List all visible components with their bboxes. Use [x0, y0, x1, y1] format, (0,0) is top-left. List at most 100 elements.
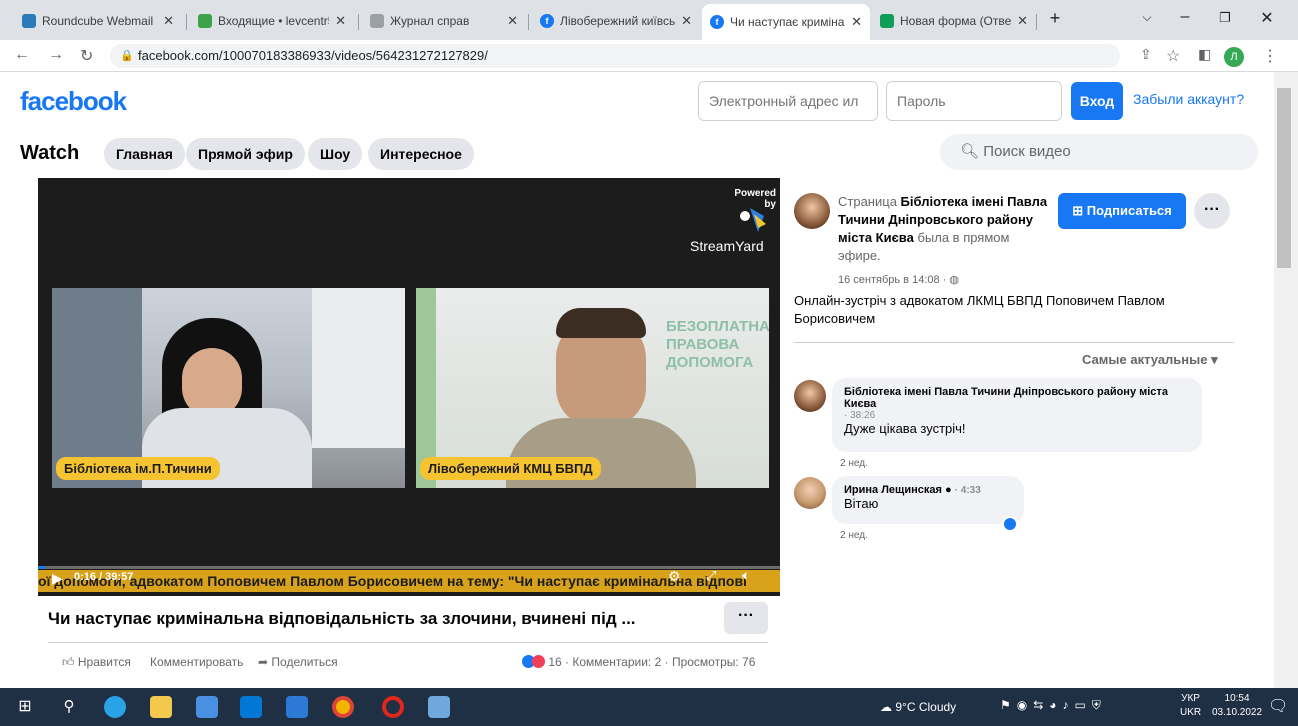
facebook-logo[interactable]: facebook	[20, 86, 127, 117]
weather-widget[interactable]: ☁ 9°C Cloudy	[880, 700, 956, 714]
pill-home[interactable]: Главная	[104, 138, 185, 170]
tab-separator	[358, 14, 359, 30]
commenter-name[interactable]: Ирина Лещинская ● · 4:33	[844, 484, 1012, 496]
info-icon: ●	[944, 484, 952, 496]
close-window-icon[interactable]: ✕	[1252, 8, 1282, 28]
close-icon[interactable]: ✕	[681, 13, 692, 29]
tab-active-video[interactable]: f Чи наступає криміна ✕	[702, 4, 870, 40]
tab-inbox[interactable]: Входящие • levcentr5 ✕	[190, 6, 354, 36]
comment-age[interactable]: 2 нед.	[840, 530, 868, 541]
streamyard-logo-icon	[740, 208, 766, 232]
commenter-name[interactable]: Бібліотека імені Павла Тичини Дніпровськ…	[844, 386, 1190, 410]
pill-shows[interactable]: Шоу	[308, 138, 363, 170]
close-icon[interactable]: ✕	[335, 13, 346, 29]
notifications-icon[interactable]: 🗨︎	[1268, 696, 1288, 716]
tab-title: Новая форма (Ответ	[900, 14, 1012, 28]
close-icon[interactable]: ✕	[163, 13, 174, 29]
forward-arrow-icon[interactable]: →	[48, 46, 64, 64]
opera-icon[interactable]	[382, 696, 404, 718]
fullscreen-icon[interactable]: ⤢	[706, 568, 716, 584]
watch-nav: Watch Главная Прямой эфир Шоу Интересное…	[0, 130, 1274, 178]
comment-text: Дуже цікава зустріч!	[844, 421, 966, 436]
password-field[interactable]	[886, 81, 1062, 121]
url-text: facebook.com/100070183386933/videos/5642…	[138, 48, 488, 63]
close-icon[interactable]: ✕	[507, 13, 518, 29]
login-button[interactable]: Вход	[1071, 82, 1123, 120]
video-more-button[interactable]: ···	[724, 602, 768, 634]
page-more-button[interactable]: ···	[1194, 193, 1230, 229]
email-field[interactable]	[698, 81, 878, 121]
search-icon[interactable]: ⚲	[58, 696, 80, 718]
tab-form[interactable]: Новая форма (Ответ ✕	[872, 6, 1036, 36]
camera-feed-kmc: БЕЗОПЛАТНА ПРАВОВА ДОПОМОГА Лівобережний…	[416, 288, 769, 488]
mail-icon[interactable]	[240, 696, 262, 718]
camera-feed-library: Бібліотека ім.П.Тичини	[52, 288, 405, 488]
language-indicator[interactable]: УКР UKR	[1180, 692, 1201, 720]
scrollbar-thumb[interactable]	[1277, 88, 1291, 268]
chrome-icon[interactable]	[332, 696, 354, 718]
tab-separator	[186, 14, 187, 30]
post-stats[interactable]: 16 · Комментарии: 2 · Просмотры: 76	[522, 655, 755, 669]
system-clock[interactable]: 10:54 03.10.2022	[1212, 692, 1262, 720]
clock-time: 10:54	[1224, 693, 1250, 704]
mail-favicon-icon	[198, 14, 212, 28]
like-button[interactable]: 👍︎ Нравится	[62, 655, 131, 670]
minimize-icon[interactable]: –	[1170, 8, 1200, 26]
weather-text: 9°C Cloudy	[895, 700, 957, 714]
new-tab-button[interactable]: +	[1040, 8, 1070, 29]
share-icon[interactable]: ⇪	[1140, 46, 1152, 63]
notepad-icon[interactable]	[428, 696, 450, 718]
back-arrow-icon[interactable]: ←	[14, 46, 30, 64]
media-icon[interactable]	[286, 696, 308, 718]
comment-sort-dropdown[interactable]: Самые актуальные ▾	[1082, 352, 1218, 368]
share-button[interactable]: ➦ Поделиться	[258, 655, 338, 669]
subscribe-button[interactable]: ⊞ Подписаться	[1058, 193, 1186, 229]
clock-date: 03.10.2022	[1212, 707, 1263, 718]
tab-title: Входящие • levcentr5	[218, 14, 330, 28]
page-avatar[interactable]	[794, 193, 830, 229]
pill-explore[interactable]: Интересное	[368, 138, 474, 170]
close-icon[interactable]: ✕	[851, 14, 862, 30]
like-reaction-icon[interactable]	[1002, 516, 1018, 532]
windows-start-icon[interactable]: ⊞	[14, 696, 36, 718]
file-explorer-icon[interactable]	[150, 696, 172, 718]
lock-icon: 🔒	[120, 50, 134, 62]
comment-timestamp[interactable]: · 38:26	[844, 410, 1190, 421]
tab-title: Чи наступає криміна	[730, 15, 845, 29]
comment-button[interactable]: Комментировать	[150, 655, 243, 669]
tab-livoberezhnyi[interactable]: f Лівобережний київсь ✕	[532, 6, 700, 36]
restore-icon[interactable]: ❐	[1210, 10, 1240, 26]
commenter-avatar[interactable]	[794, 380, 826, 412]
tab-journal[interactable]: Журнал справ ✕	[362, 6, 526, 36]
volume-icon[interactable]: 🔈︎	[742, 567, 750, 584]
forgot-account-link[interactable]: Забыли аккаунт?	[1133, 91, 1244, 107]
comment-age[interactable]: 2 нед.	[840, 458, 868, 469]
close-icon[interactable]: ✕	[1017, 13, 1028, 29]
pill-live[interactable]: Прямой эфир	[186, 138, 305, 170]
divider	[48, 642, 768, 643]
browser-menu-icon[interactable]: ⋮	[1262, 46, 1278, 66]
post-date[interactable]: 16 сентябрь в 14:08 · ◍	[838, 273, 959, 286]
video-time: 0:16 / 39:57	[74, 571, 134, 583]
profile-avatar[interactable]: Л	[1224, 47, 1244, 67]
watch-title[interactable]: Watch	[20, 142, 79, 165]
system-tray-icons[interactable]: ⚑◉⇆◕♪▭⛨	[1000, 698, 1107, 713]
window	[312, 288, 405, 448]
tab-roundcube[interactable]: Roundcube Webmail ✕	[14, 6, 182, 36]
commenter-avatar[interactable]	[794, 477, 826, 509]
video-search-input[interactable]: 🔍︎ Поиск видео	[940, 134, 1258, 170]
store-icon[interactable]	[196, 696, 218, 718]
video-player[interactable]: Powered by StreamYard Бібліотека ім.П.Ти…	[38, 178, 780, 596]
share-label: Поделиться	[271, 655, 338, 669]
edge-icon[interactable]	[104, 696, 126, 718]
play-icon[interactable]: ▶	[52, 570, 63, 587]
reload-icon[interactable]: ↻	[80, 46, 93, 66]
settings-gear-icon[interactable]: ⚙	[668, 568, 681, 585]
bookmark-star-icon[interactable]: ☆	[1166, 46, 1180, 66]
document-favicon-icon	[370, 14, 384, 28]
sort-label: Самые актуальные	[1082, 352, 1208, 367]
side-panel-icon[interactable]: ◧	[1198, 46, 1211, 63]
tab-search-icon[interactable]: ⌵	[1132, 10, 1162, 25]
lang-top: УКР	[1181, 693, 1200, 704]
address-bar[interactable]: 🔒 facebook.com/100070183386933/videos/56…	[110, 44, 1120, 68]
